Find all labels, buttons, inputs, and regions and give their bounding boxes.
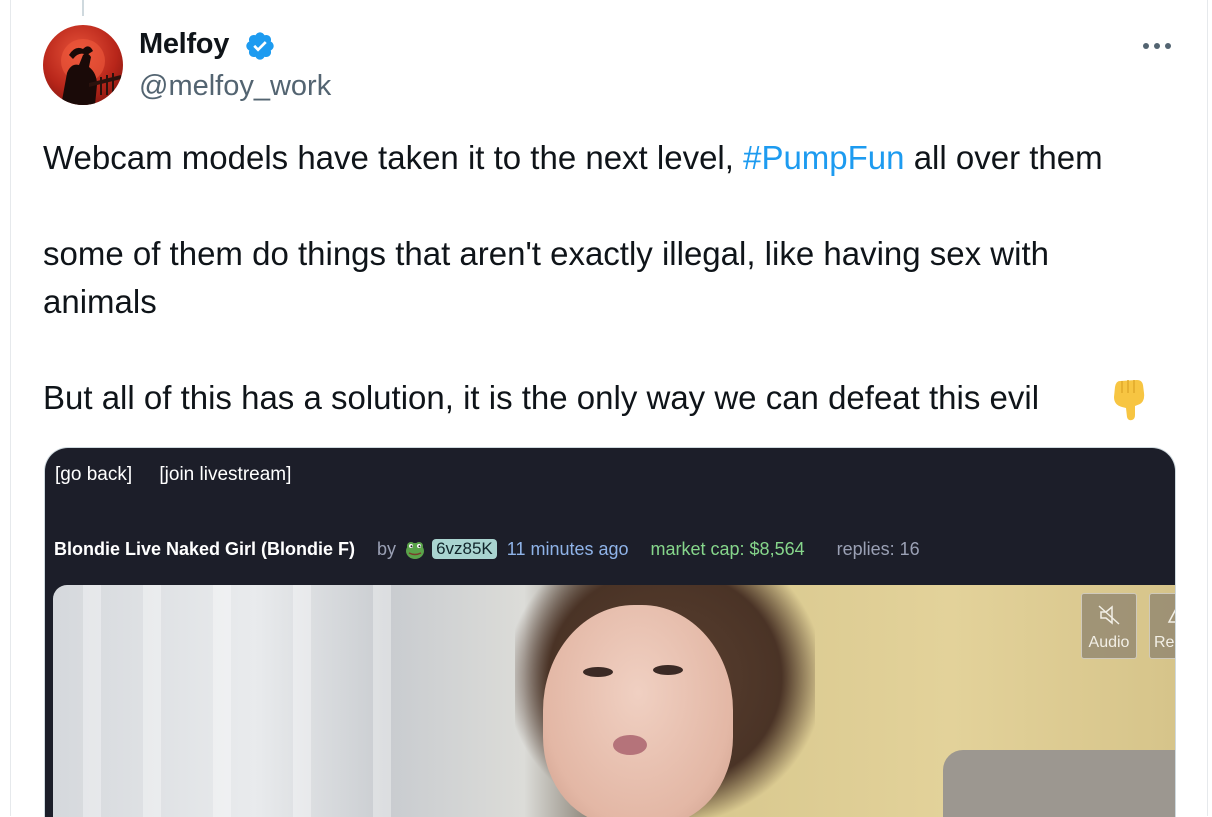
person-face [543,605,733,817]
more-horizontal-icon[interactable] [1140,31,1174,61]
frog-avatar-icon [406,542,425,559]
author-display-name[interactable]: Melfoy [139,28,229,61]
person-eye [583,667,613,677]
curtain-fold [83,585,101,817]
tweet-text-line-4: But all of this has a solution, it is th… [43,379,1040,416]
author-handle[interactable]: @melfoy_work [139,70,331,103]
second-video-button-label: Re [1154,634,1175,651]
curtain-fold [143,585,161,817]
curtain-fold [213,585,231,817]
thread-connector-line [82,0,84,16]
market-cap: market cap: $8,564 [650,538,805,559]
go-back-link[interactable]: [go back] [55,464,132,485]
curtain-fold [373,585,391,817]
by-label: by [377,538,397,559]
avatar[interactable] [43,25,123,105]
verified-badge-icon [246,32,274,60]
creator-badge[interactable]: 6vz85K [432,539,497,559]
tweet-text-line-2: some of them do things that aren't exact… [43,235,1049,272]
tweet-text-segment: all over them [904,139,1103,176]
hashtag-link[interactable]: #PumpFun [743,139,904,176]
join-livestream-link[interactable]: [join livestream] [159,464,291,485]
stream-info-row: Blondie Live Naked Girl (Blondie F) by 6… [54,538,920,560]
stream-title: Blondie Live Naked Girl (Blondie F) [54,538,356,559]
second-video-button[interactable]: Re [1149,593,1175,659]
card-border-right [1207,0,1208,816]
embedded-media-screenshot[interactable]: [go back] [join livestream] Blondie Live… [44,447,1176,817]
time-ago: 11 minutes ago [506,538,629,559]
tweet-text-line-3: animals [43,283,157,320]
audio-button[interactable]: Audio [1081,593,1137,659]
curtain-fold [293,585,311,817]
card-border-left [10,0,11,816]
person-mouth [613,735,647,755]
tweet-text-line-1: Webcam models have taken it to the next … [43,134,1193,182]
replies-count: replies: 16 [836,538,920,559]
sofa [943,750,1175,817]
reply-icon [1167,609,1175,623]
livestream-video-frame[interactable]: Audio Re [53,585,1175,817]
tweet-text-segment: Webcam models have taken it to the next … [43,139,744,176]
backhand-pointing-down-emoji-icon [1114,380,1145,421]
person-eye [653,665,683,675]
audio-button-label: Audio [1088,634,1130,651]
muted-speaker-icon [1098,605,1120,625]
media-nav-links: [go back] [join livestream] [55,464,313,486]
